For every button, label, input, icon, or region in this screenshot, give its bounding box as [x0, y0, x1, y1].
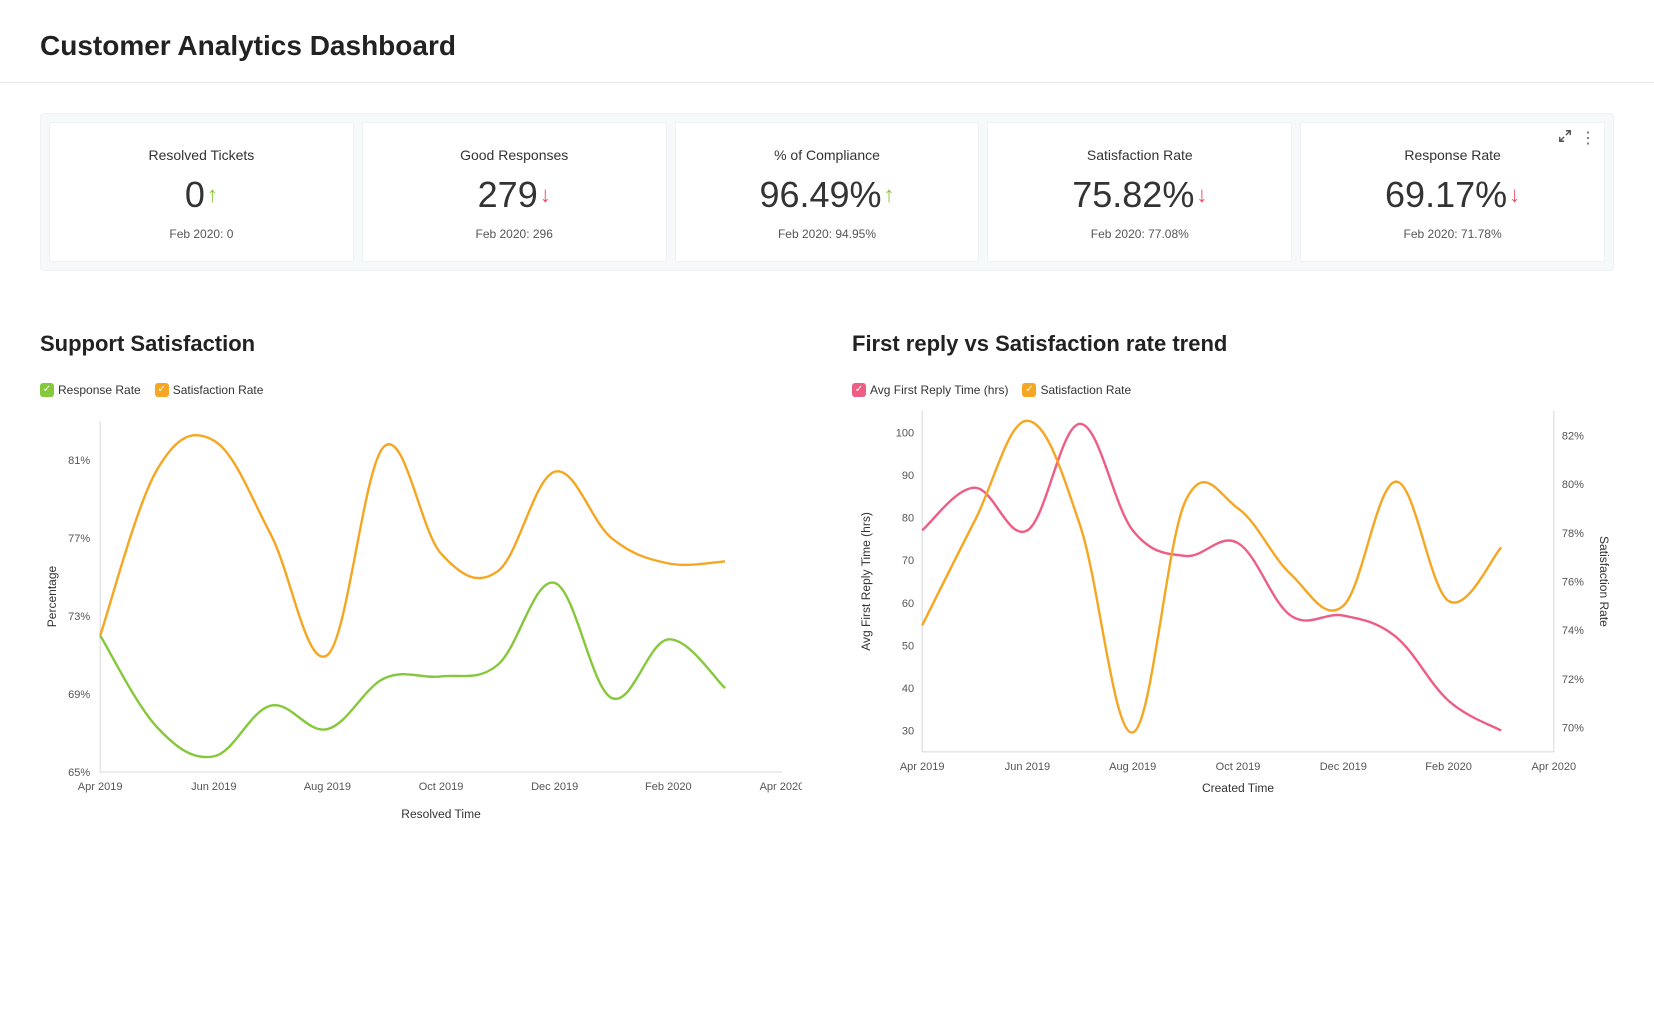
svg-text:70%: 70% — [1562, 723, 1584, 735]
kpi-card-satisfaction-rate: Satisfaction Rate 75.82% ↓ Feb 2020: 77.… — [987, 122, 1292, 262]
svg-text:Apr 2020: Apr 2020 — [760, 781, 802, 793]
kpi-value: 96.49% — [759, 177, 881, 213]
checkbox-icon: ✓ — [1022, 383, 1036, 397]
legend-label: Avg First Reply Time (hrs) — [870, 383, 1008, 397]
chart-support-satisfaction: Support Satisfaction ✓ Response Rate ✓ S… — [40, 331, 802, 837]
svg-text:Apr 2019: Apr 2019 — [900, 761, 945, 773]
svg-text:Jun 2019: Jun 2019 — [1005, 761, 1050, 773]
svg-text:69%: 69% — [68, 689, 90, 701]
svg-text:78%: 78% — [1562, 528, 1584, 540]
svg-text:Aug 2019: Aug 2019 — [304, 781, 351, 793]
kpi-label: Response Rate — [1311, 147, 1594, 163]
checkbox-icon: ✓ — [155, 383, 169, 397]
kpi-label: Good Responses — [373, 147, 656, 163]
svg-text:73%: 73% — [68, 611, 90, 623]
divider — [0, 82, 1654, 83]
kpi-label: Satisfaction Rate — [998, 147, 1281, 163]
svg-text:100: 100 — [896, 427, 914, 439]
kpi-value: 69.17% — [1385, 177, 1507, 213]
legend-label: Satisfaction Rate — [173, 383, 264, 397]
svg-text:Dec 2019: Dec 2019 — [1320, 761, 1367, 773]
svg-text:Percentage: Percentage — [45, 565, 59, 627]
legend-item[interactable]: ✓ Satisfaction Rate — [1022, 383, 1131, 397]
chart-first-reply-vs-satisfaction: First reply vs Satisfaction rate trend ✓… — [852, 331, 1614, 837]
kpi-card-good-responses: Good Responses 279 ↓ Feb 2020: 296 — [362, 122, 667, 262]
chart-title: Support Satisfaction — [40, 331, 802, 357]
legend-item[interactable]: ✓ Satisfaction Rate — [155, 383, 264, 397]
chart-canvas: 30 40 50 60 70 80 90 100 70% 72% 74% 76% 78% 80% 82% Ap… — [852, 401, 1614, 802]
expand-icon[interactable] — [1558, 129, 1572, 148]
svg-text:Feb 2020: Feb 2020 — [1425, 761, 1472, 773]
kpi-label: Resolved Tickets — [60, 147, 343, 163]
svg-text:40: 40 — [902, 683, 914, 695]
svg-text:50: 50 — [902, 640, 914, 652]
kpi-value: 0 — [185, 177, 205, 213]
chart-canvas: 65% 69% 73% 77% 81% Apr 2019 Jun 2019 Aug 2019 O… — [40, 401, 802, 832]
trend-up-icon: ↑ — [884, 184, 895, 206]
svg-text:Apr 2020: Apr 2020 — [1531, 761, 1576, 773]
chart-legend: ✓ Response Rate ✓ Satisfaction Rate — [40, 383, 802, 397]
kpi-subtext: Feb 2020: 0 — [60, 227, 343, 241]
svg-text:60: 60 — [902, 598, 914, 610]
svg-text:77%: 77% — [68, 533, 90, 545]
svg-text:30: 30 — [902, 726, 914, 738]
kpi-card-resolved-tickets: Resolved Tickets 0 ↑ Feb 2020: 0 — [49, 122, 354, 262]
checkbox-icon: ✓ — [40, 383, 54, 397]
svg-text:76%: 76% — [1562, 576, 1584, 588]
chart-legend: ✓ Avg First Reply Time (hrs) ✓ Satisfact… — [852, 383, 1614, 397]
trend-down-icon: ↓ — [1509, 184, 1520, 206]
trend-down-icon: ↓ — [540, 184, 551, 206]
svg-text:Aug 2019: Aug 2019 — [1109, 761, 1156, 773]
kpi-panel: Resolved Tickets 0 ↑ Feb 2020: 0 Good Re… — [40, 113, 1614, 271]
svg-text:81%: 81% — [68, 455, 90, 467]
kpi-label: % of Compliance — [686, 147, 969, 163]
svg-text:Satisfaction Rate: Satisfaction Rate — [1597, 536, 1611, 627]
svg-text:Resolved Time: Resolved Time — [401, 807, 481, 821]
trend-up-icon: ↑ — [207, 184, 218, 206]
page-title: Customer Analytics Dashboard — [0, 0, 1654, 82]
svg-text:72%: 72% — [1562, 674, 1584, 686]
svg-text:Feb 2020: Feb 2020 — [645, 781, 692, 793]
kpi-subtext: Feb 2020: 77.08% — [998, 227, 1281, 241]
svg-text:Jun 2019: Jun 2019 — [191, 781, 236, 793]
kpi-value: 279 — [478, 177, 538, 213]
legend-label: Response Rate — [58, 383, 141, 397]
svg-text:Dec 2019: Dec 2019 — [531, 781, 578, 793]
svg-text:65%: 65% — [68, 767, 90, 779]
kpi-subtext: Feb 2020: 71.78% — [1311, 227, 1594, 241]
svg-text:80: 80 — [902, 513, 914, 525]
svg-text:80%: 80% — [1562, 479, 1584, 491]
svg-text:Apr 2019: Apr 2019 — [78, 781, 123, 793]
checkbox-icon: ✓ — [852, 383, 866, 397]
chart-title: First reply vs Satisfaction rate trend — [852, 331, 1614, 357]
svg-text:70: 70 — [902, 555, 914, 567]
svg-text:Created Time: Created Time — [1202, 781, 1274, 795]
svg-text:Oct 2019: Oct 2019 — [419, 781, 464, 793]
trend-down-icon: ↓ — [1196, 184, 1207, 206]
more-icon[interactable]: ⋮ — [1580, 131, 1596, 147]
svg-text:82%: 82% — [1562, 430, 1584, 442]
kpi-card-response-rate: ⋮ Response Rate 69.17% ↓ Feb 2020: 71.78… — [1300, 122, 1605, 262]
legend-label: Satisfaction Rate — [1040, 383, 1131, 397]
legend-item[interactable]: ✓ Avg First Reply Time (hrs) — [852, 383, 1008, 397]
svg-text:Oct 2019: Oct 2019 — [1216, 761, 1261, 773]
legend-item[interactable]: ✓ Response Rate — [40, 383, 141, 397]
kpi-subtext: Feb 2020: 296 — [373, 227, 656, 241]
svg-text:Avg First Reply Time (hrs): Avg First Reply Time (hrs) — [859, 512, 873, 651]
svg-text:74%: 74% — [1562, 625, 1584, 637]
kpi-value: 75.82% — [1072, 177, 1194, 213]
kpi-card-compliance: % of Compliance 96.49% ↑ Feb 2020: 94.95… — [675, 122, 980, 262]
kpi-subtext: Feb 2020: 94.95% — [686, 227, 969, 241]
svg-text:90: 90 — [902, 470, 914, 482]
